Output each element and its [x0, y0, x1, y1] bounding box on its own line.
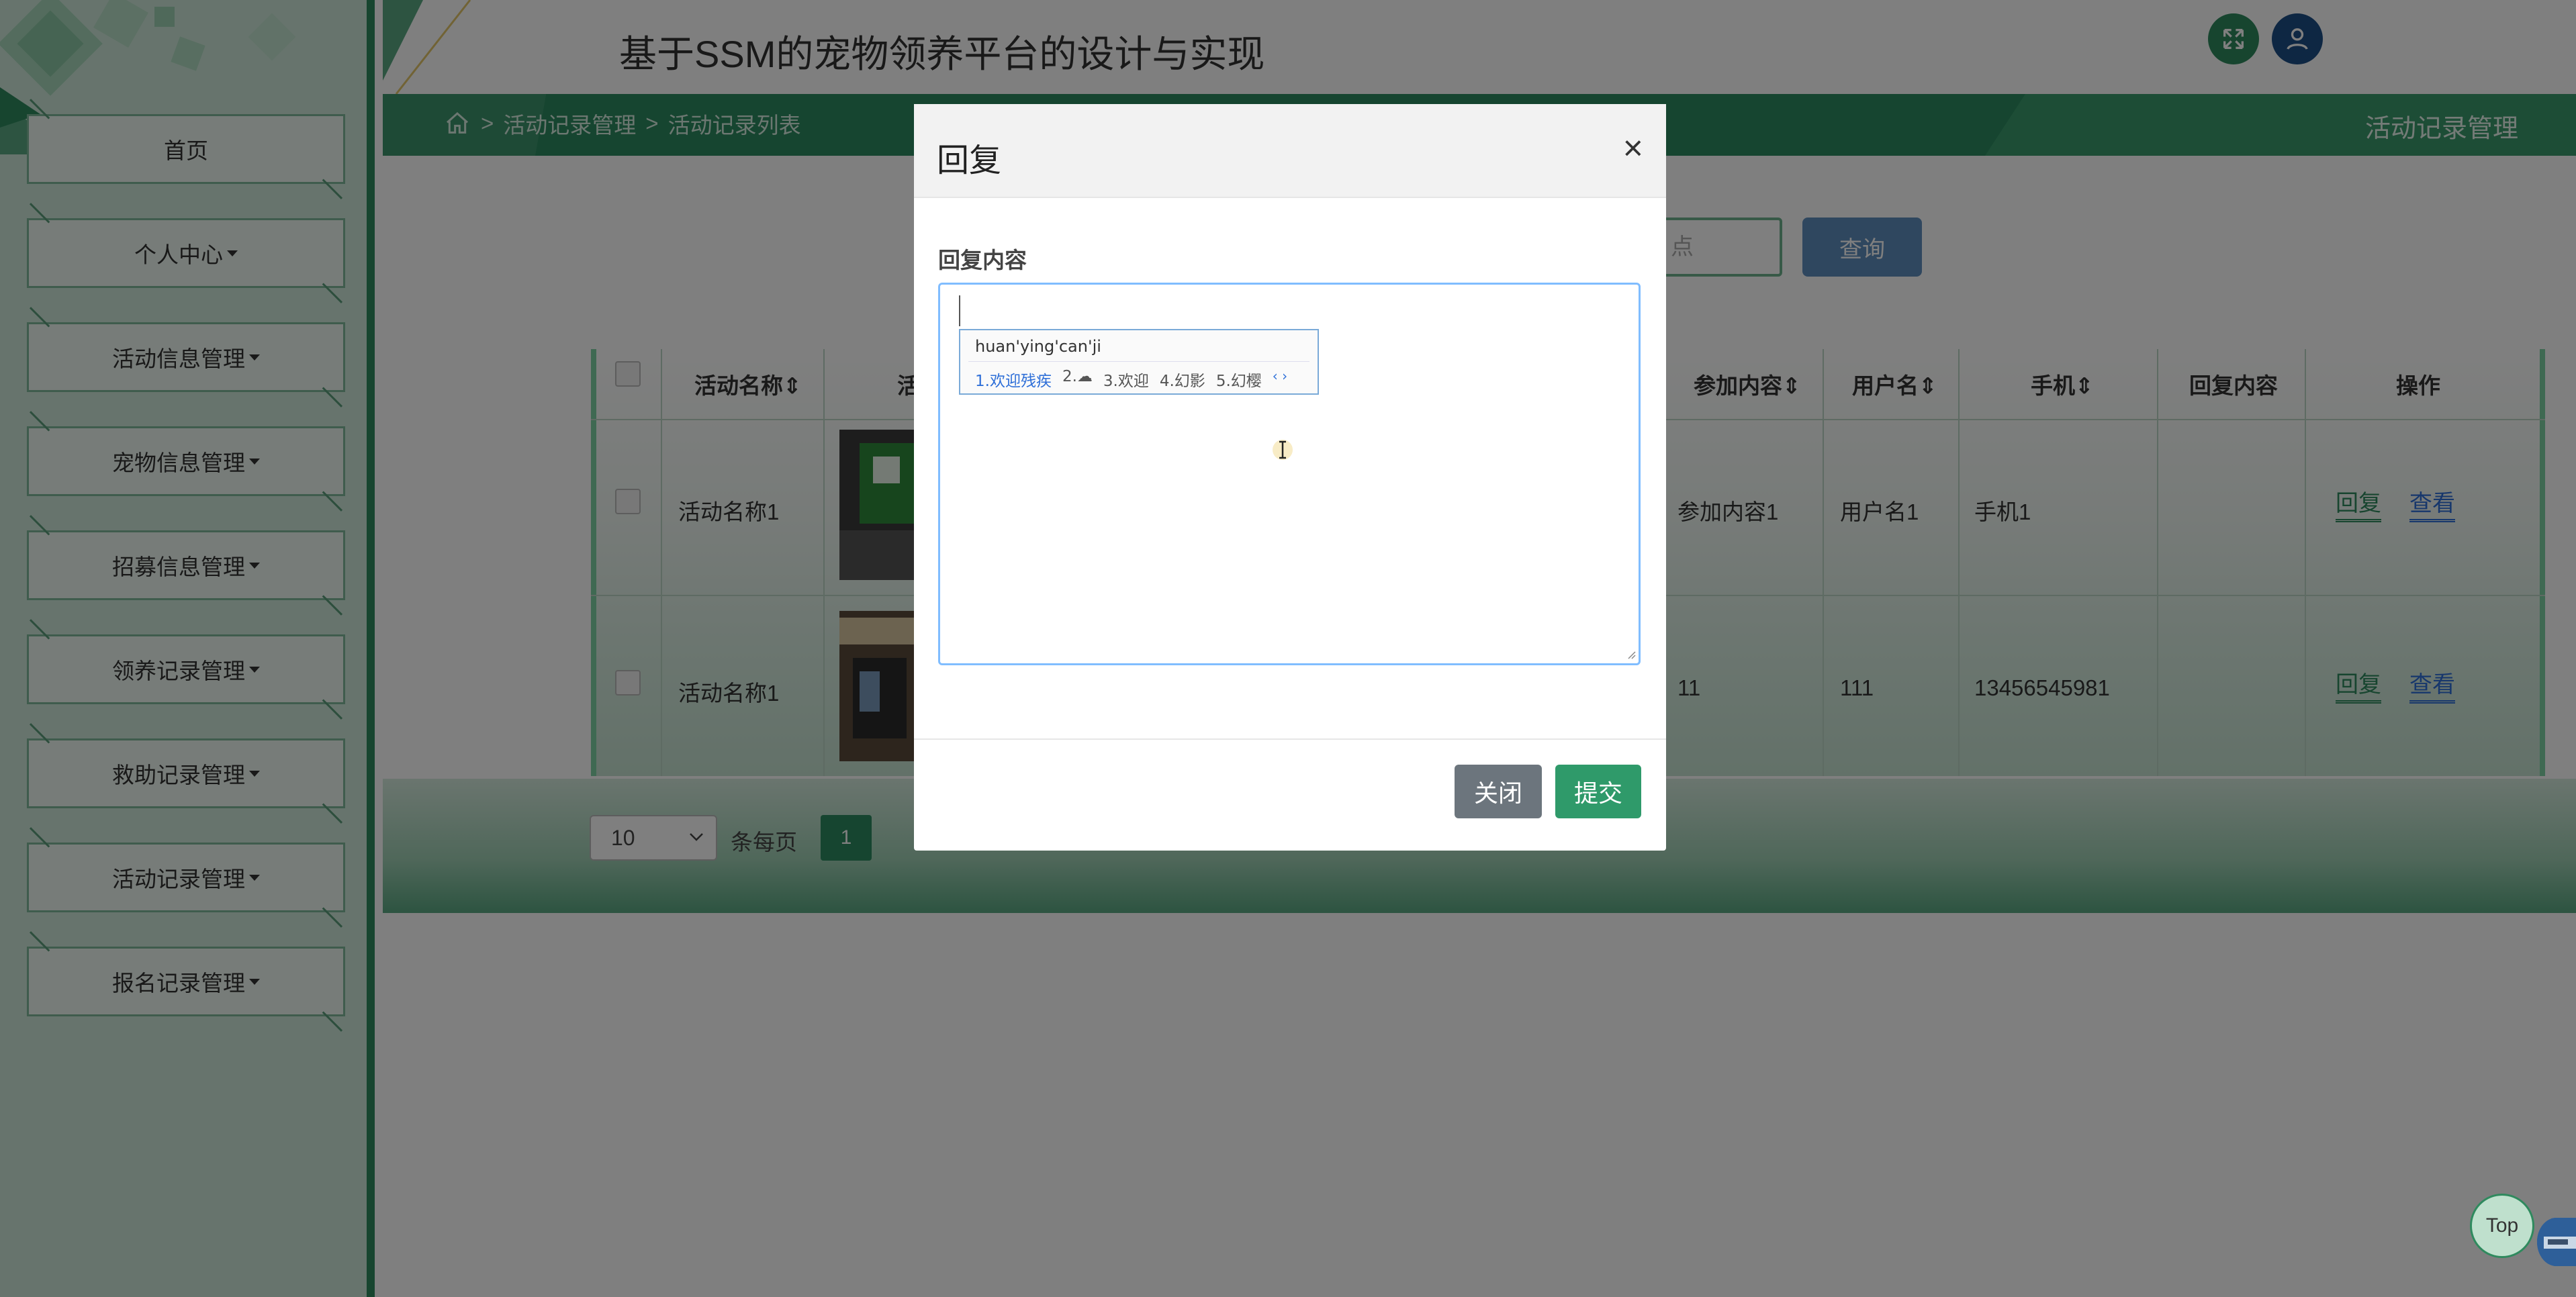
ime-candidate-list: 1.欢迎残疾 2.☁ 3.欢迎 4.幻影 5.幻樱 ‹ ›	[975, 368, 1287, 391]
reply-content-label: 回复内容	[938, 248, 1027, 273]
ime-candidate[interactable]: 3.欢迎	[1103, 368, 1149, 391]
back-to-top-button[interactable]: Top	[2470, 1194, 2534, 1258]
floating-avatar[interactable]	[2537, 1218, 2576, 1266]
ime-divider	[968, 361, 1309, 362]
ime-pinyin: huan'ying'can'ji	[975, 337, 1101, 356]
modal-footer-divider	[914, 738, 1666, 740]
ime-candidate[interactable]: 1.欢迎残疾	[975, 368, 1052, 391]
ime-candidate-popup[interactable]: huan'ying'can'ji 1.欢迎残疾 2.☁ 3.欢迎 4.幻影 5.…	[959, 329, 1319, 395]
reply-modal: 回复 × 回复内容 关闭 提交	[914, 104, 1666, 851]
ime-candidate[interactable]: 4.幻影	[1160, 368, 1205, 391]
ime-page-arrows[interactable]: ‹ ›	[1273, 368, 1287, 391]
modal-header: 回复 ×	[914, 104, 1666, 198]
ime-candidate[interactable]: 2.☁	[1062, 368, 1093, 391]
close-icon[interactable]: ×	[1623, 131, 1643, 166]
modal-title: 回复	[937, 143, 1002, 179]
ime-candidate[interactable]: 5.幻樱	[1216, 368, 1262, 391]
submit-button[interactable]: 提交	[1555, 765, 1641, 818]
text-caret	[959, 295, 960, 326]
text-cursor-icon	[1273, 440, 1293, 460]
close-button[interactable]: 关闭	[1455, 765, 1542, 818]
resize-grip-icon[interactable]	[1625, 648, 1636, 659]
